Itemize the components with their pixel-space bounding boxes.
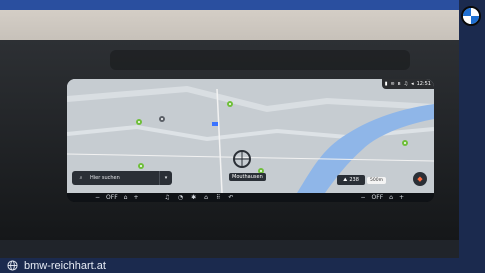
search-placeholder: Hier suchen bbox=[90, 175, 120, 181]
temp-right-minus-button[interactable]: − bbox=[361, 193, 366, 202]
temp-left-value[interactable]: OFF bbox=[106, 193, 118, 202]
map-pin-icon[interactable] bbox=[402, 140, 408, 146]
search-bar[interactable]: ⌕ Hier suchen ▾ bbox=[72, 171, 172, 185]
chevron-down-icon[interactable]: ▾ bbox=[159, 171, 172, 185]
volume-icon: ◂ bbox=[411, 81, 414, 87]
range-indicator[interactable]: ⛰ 238 bbox=[337, 175, 365, 185]
bmw-quadrant bbox=[471, 8, 479, 16]
seat-heating-icon[interactable]: ⌂ bbox=[124, 193, 128, 202]
temp-right-plus-button[interactable]: + bbox=[398, 193, 404, 202]
mountain-icon: ⛰ bbox=[343, 177, 348, 183]
map-pin-icon[interactable] bbox=[136, 119, 142, 125]
top-banner bbox=[0, 0, 459, 10]
poi-label[interactable]: Mouthausen bbox=[229, 173, 266, 181]
phone-icon[interactable]: ◔ bbox=[178, 193, 183, 202]
map-scale: 500m bbox=[367, 177, 386, 184]
temp-left-minus-button[interactable]: − bbox=[95, 193, 100, 202]
music-icon: ♫ bbox=[403, 81, 409, 87]
fan-icon[interactable]: ✱ bbox=[191, 193, 196, 202]
dashboard-vent bbox=[110, 50, 410, 70]
globe-icon bbox=[7, 260, 18, 271]
seat-heating-right-icon[interactable]: ⌂ bbox=[389, 193, 393, 202]
map-pin-icon[interactable] bbox=[138, 163, 144, 169]
bmw-quadrant bbox=[463, 16, 471, 24]
back-icon[interactable]: ↶ bbox=[228, 193, 233, 202]
bluetooth-icon: ʙ bbox=[397, 81, 401, 87]
map-view[interactable]: ▮ ≋ ʙ ♫ ◂ 12:51 ⌕ Hier suchen ▾ Mouthaus… bbox=[67, 79, 434, 193]
infotainment-screen: ▮ ≋ ʙ ♫ ◂ 12:51 ⌕ Hier suchen ▾ Mouthaus… bbox=[67, 79, 434, 202]
music-shortcut-icon[interactable]: ♫ bbox=[165, 193, 170, 202]
wifi-icon: ≋ bbox=[390, 81, 395, 87]
climate-left-zone: − OFF ⌂ + bbox=[95, 193, 139, 202]
center-shortcuts: ♫ ◔ ✱ ⌂ ⠿ ↶ bbox=[165, 193, 234, 202]
navigation-button[interactable]: ◆ bbox=[413, 172, 427, 186]
bmw-logo bbox=[461, 6, 481, 26]
footer-bar: bmw-reichhart.at bbox=[0, 258, 485, 273]
status-bar: ▮ ≋ ʙ ♫ ◂ 12:51 bbox=[381, 79, 434, 89]
search-icon: ⌕ bbox=[79, 175, 83, 181]
climate-right-zone: − OFF ⌂ + bbox=[361, 193, 404, 202]
map-pin-icon[interactable] bbox=[159, 116, 165, 122]
temp-right-value[interactable]: OFF bbox=[371, 193, 384, 202]
apps-icon[interactable]: ⠿ bbox=[216, 193, 220, 202]
footer-url[interactable]: bmw-reichhart.at bbox=[24, 260, 106, 272]
navigation-icon: ◆ bbox=[417, 175, 423, 183]
climate-control-bar: − OFF ⌂ + ♫ ◔ ✱ ⌂ ⠿ ↶ − OFF ⌂ + bbox=[67, 193, 434, 202]
bmw-quadrant bbox=[471, 16, 479, 24]
car-screen-photo: ▮ ≋ ʙ ♫ ◂ 12:51 ⌕ Hier suchen ▾ Mouthaus… bbox=[0, 0, 459, 258]
home-icon[interactable]: ⌂ bbox=[204, 193, 208, 202]
clock: 12:51 bbox=[416, 81, 431, 87]
signal-icon: ▮ bbox=[384, 81, 388, 87]
map-pin-icon[interactable] bbox=[227, 101, 233, 107]
temp-left-plus-button[interactable]: + bbox=[133, 193, 139, 202]
road-shield bbox=[212, 122, 218, 126]
range-value: 238 bbox=[349, 177, 359, 183]
bmw-quadrant bbox=[463, 8, 471, 16]
